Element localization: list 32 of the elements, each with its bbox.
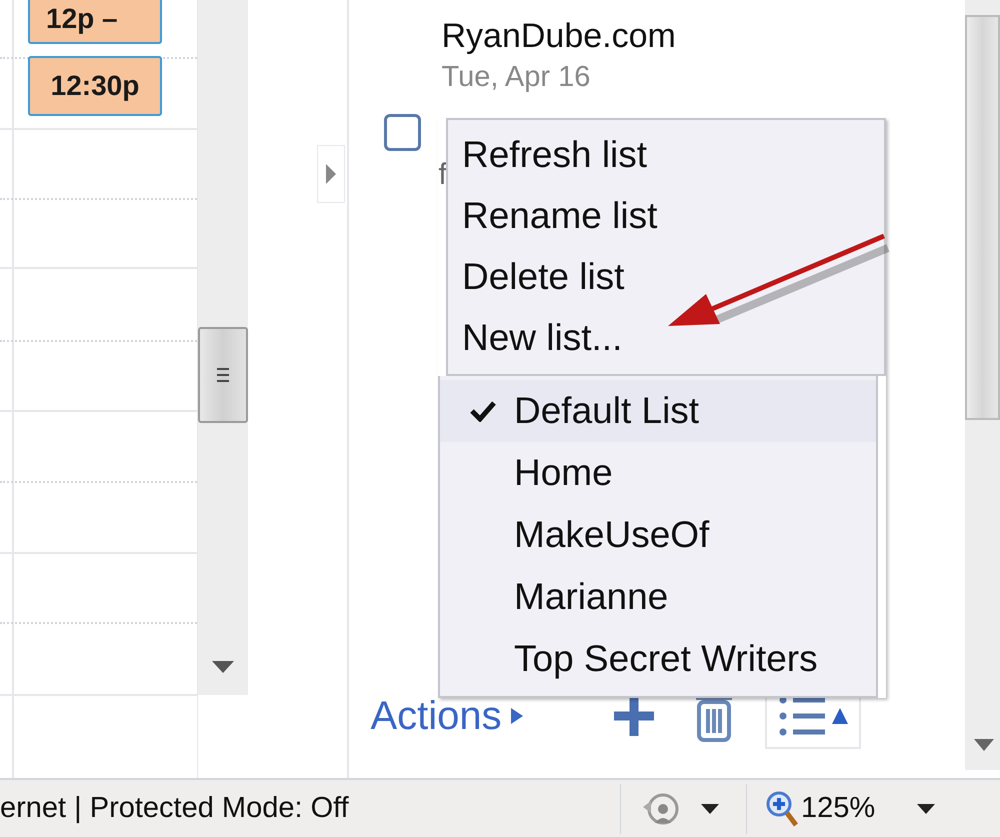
caret-icon xyxy=(510,707,524,725)
calendar-event[interactable]: 12:30p xyxy=(28,56,162,116)
list-menu-item[interactable]: Default List xyxy=(440,380,876,442)
scrollbar-thumb[interactable] xyxy=(198,327,248,423)
task-date: Tue, Apr 16 xyxy=(442,60,592,95)
list-menu-item[interactable]: Marianne xyxy=(440,566,876,628)
list-menu-item[interactable]: Top Secret Writers xyxy=(440,628,876,690)
scroll-down-arrow-icon[interactable] xyxy=(973,738,996,752)
expand-panel-button[interactable] xyxy=(316,145,345,203)
zoom-menu-button[interactable]: 125% xyxy=(747,784,967,834)
menu-item[interactable]: Refresh list xyxy=(448,124,884,185)
actions-link[interactable]: Actions xyxy=(370,690,524,742)
dropdown-caret-icon xyxy=(701,804,719,814)
dropdown-caret-icon xyxy=(917,804,936,814)
list-menu-item[interactable]: Home xyxy=(440,442,876,504)
list-title: RyanDube.com xyxy=(442,16,677,57)
grip-icon xyxy=(215,365,231,385)
status-text: ernet | Protected Mode: Off xyxy=(0,790,350,826)
checkmark-icon xyxy=(470,400,496,422)
menu-item[interactable]: New list... xyxy=(448,307,884,368)
list-menu-item[interactable]: MakeUseOf xyxy=(440,504,876,566)
scrollbar-thumb[interactable] xyxy=(965,15,1000,420)
scroll-down-arrow-icon[interactable] xyxy=(211,660,235,674)
magnifier-icon xyxy=(765,790,799,828)
task-checkbox[interactable] xyxy=(384,114,420,151)
menu-item[interactable]: Rename list xyxy=(448,185,884,246)
caret-icon xyxy=(324,163,337,185)
menu-item[interactable]: Delete list xyxy=(448,246,884,307)
up-caret-icon xyxy=(830,707,849,725)
scrollbar[interactable] xyxy=(198,0,248,695)
scrollbar[interactable] xyxy=(965,0,1000,770)
calendar-event[interactable]: 12p – xyxy=(28,0,162,44)
